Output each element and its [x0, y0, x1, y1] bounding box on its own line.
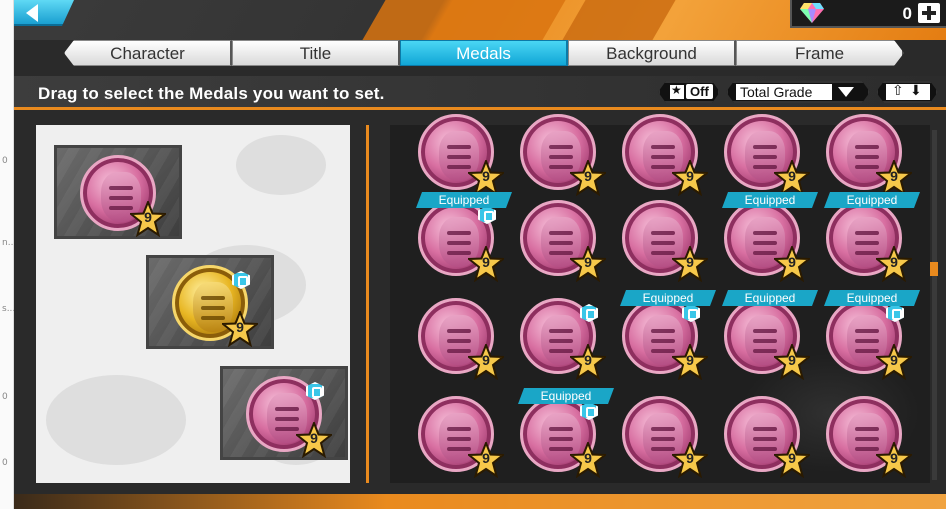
add-gems-button[interactable]	[918, 3, 940, 23]
medal-level: 9	[144, 209, 152, 225]
gem-icon	[800, 3, 824, 23]
filter-state-label: Off	[686, 84, 713, 99]
medal-level: 9	[482, 168, 490, 184]
medal-level: 9	[686, 352, 694, 368]
medal-item[interactable]: 9	[418, 298, 506, 381]
medal-item[interactable]: 9	[724, 114, 812, 197]
tab-title[interactable]: Title	[232, 40, 400, 66]
medal-item[interactable]: 9	[520, 298, 608, 381]
medal-item[interactable]: 9	[724, 200, 812, 283]
gem-counter: 0	[790, 0, 946, 28]
tab-background[interactable]: Background	[568, 40, 736, 66]
medal-level: 9	[890, 168, 898, 184]
page-strip-mark: 0	[2, 156, 8, 166]
medal-item[interactable]: 9	[622, 114, 710, 197]
sort-label: Total Grade	[736, 84, 832, 100]
medal-level: 9	[686, 450, 694, 466]
back-arrow-icon	[26, 4, 38, 22]
medal-item[interactable]: 9	[826, 200, 914, 283]
medal-level: 9	[310, 430, 318, 446]
medal-item[interactable]: 9	[520, 114, 608, 197]
down-arrow-icon: ⬇	[910, 82, 922, 98]
medal-level: 9	[584, 254, 592, 270]
star-icon	[670, 85, 684, 99]
equipped-badge: Equipped	[518, 388, 614, 404]
underlying-page-strip: 0 n... s... 0 0	[0, 0, 16, 509]
medal-level: 9	[890, 450, 898, 466]
medal-level: 9	[584, 168, 592, 184]
medal-level: 9	[584, 352, 592, 368]
medal-level: 9	[788, 450, 796, 466]
medal-level: 9	[686, 254, 694, 270]
medal-item[interactable]: 9	[724, 396, 812, 479]
dropdown-arrow-icon	[838, 87, 854, 97]
page-strip-mark: 0	[2, 392, 8, 402]
selected-medal[interactable]: 9	[246, 376, 334, 459]
medal-level: 9	[788, 168, 796, 184]
medal-item[interactable]: 9	[724, 298, 812, 381]
favorite-filter-toggle[interactable]: Off	[658, 81, 720, 103]
equipped-badge: Equipped	[824, 192, 920, 208]
equipped-badge: Equipped	[620, 290, 716, 306]
up-arrow-icon: ⇧	[892, 82, 904, 98]
tab-frame[interactable]: Frame	[736, 40, 904, 66]
sort-order-button[interactable]: ⇧ ⬇	[876, 81, 938, 103]
tab-bar: Character Title Medals Background Frame	[64, 40, 904, 66]
medal-level: 9	[584, 450, 592, 466]
medal-item[interactable]: 9	[418, 396, 506, 479]
medal-level: 9	[788, 352, 796, 368]
equipped-badge: Equipped	[722, 192, 818, 208]
medal-item[interactable]: 9	[826, 114, 914, 197]
medal-level: 9	[890, 254, 898, 270]
medal-item[interactable]: 9	[826, 396, 914, 479]
selected-medal[interactable]: 9	[172, 265, 260, 348]
medal-item[interactable]: 9	[418, 114, 506, 197]
medal-item[interactable]: 9	[418, 200, 506, 283]
panel-divider	[366, 125, 369, 483]
selected-medal[interactable]: 9	[80, 155, 168, 238]
medal-item[interactable]: 9	[520, 200, 608, 283]
medal-level: 9	[890, 352, 898, 368]
scrollbar-thumb[interactable]	[930, 262, 938, 276]
footer-band	[14, 494, 946, 509]
medal-item[interactable]: 9	[622, 298, 710, 381]
medal-level: 9	[788, 254, 796, 270]
page-strip-mark: 0	[2, 458, 8, 468]
medal-list-scrollbar[interactable]	[932, 130, 937, 480]
medal-item[interactable]: 9	[622, 396, 710, 479]
instruction-bar: Drag to select the Medals you want to se…	[14, 76, 946, 110]
medal-level: 9	[482, 352, 490, 368]
gem-count: 0	[902, 4, 912, 23]
tab-character[interactable]: Character	[64, 40, 232, 66]
instruction-text: Drag to select the Medals you want to se…	[38, 84, 385, 103]
medal-item[interactable]: 9	[520, 396, 608, 479]
equipped-badge: Equipped	[416, 192, 512, 208]
equipped-badge: Equipped	[824, 290, 920, 306]
medal-item[interactable]: 9	[826, 298, 914, 381]
medal-level: 9	[236, 319, 244, 335]
medal-level: 9	[686, 168, 694, 184]
medal-item[interactable]: 9	[622, 200, 710, 283]
medal-level: 9	[482, 450, 490, 466]
medal-level: 9	[482, 254, 490, 270]
sort-dropdown[interactable]: Total Grade	[726, 81, 870, 103]
equipped-badge: Equipped	[722, 290, 818, 306]
tab-medals[interactable]: Medals	[400, 40, 568, 66]
game-screen: 0 Character Title Medals Background Fram…	[14, 0, 946, 509]
